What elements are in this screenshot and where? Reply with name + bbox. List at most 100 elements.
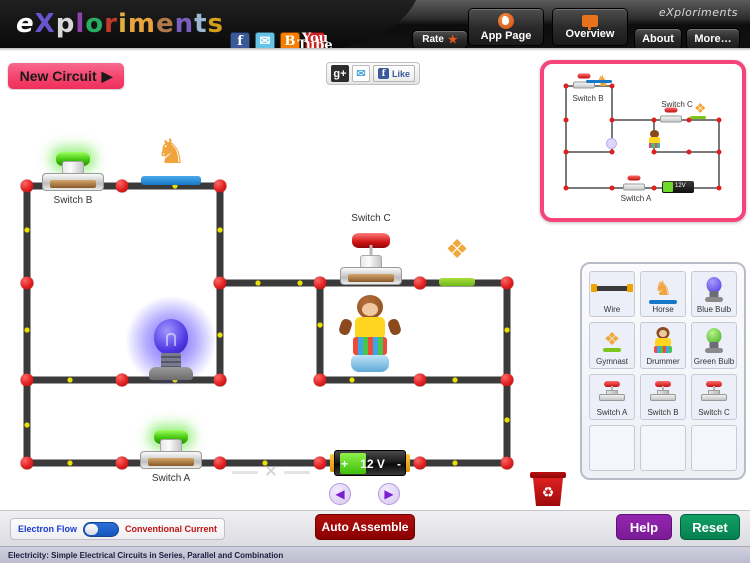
component-switch-b[interactable]: Switch B [42,152,104,206]
component-switch-c[interactable]: Switch C [340,213,402,285]
palette-label: Green Bulb [693,356,735,366]
palette-item-blue-bulb[interactable]: Blue Bulb [691,271,737,318]
circuit-node[interactable] [313,373,327,387]
logo-letter-x: X [34,9,56,39]
facebook-like-button[interactable]: f Like [373,65,416,82]
palette-label: Wire [603,305,621,315]
minimap-horse-base [586,80,612,83]
about-button[interactable]: About [634,28,682,48]
drummer-torso [355,317,385,339]
header-brand-text: eXploriments [658,6,738,19]
voltage-decrease-button[interactable]: ◀ [329,483,351,505]
minimap-blue-bulb-icon [606,138,617,149]
circuit-node[interactable] [413,276,427,290]
new-circuit-button[interactable]: New Circuit ▶ [8,63,124,89]
battery-minus-label: - [396,457,401,471]
battery-graphic: + 12 V - [330,450,410,476]
circuit-node[interactable] [213,373,227,387]
new-circuit-label: New Circuit [19,68,97,84]
circuit-node[interactable] [20,373,34,387]
circuit-node[interactable] [500,456,514,470]
trash-lid [530,472,566,478]
logo-letter-o: o [85,9,105,39]
palette-label: Horse [652,305,674,315]
battery-text: + 12 V - [335,451,407,477]
drummer-face [362,303,378,316]
palette-label: Switch C [698,407,730,417]
palette-item-green-bulb[interactable]: Green Bulb [691,322,737,369]
circuit-node[interactable] [313,456,327,470]
google-plus-icon[interactable]: g+ [331,65,349,82]
circuit-node[interactable] [115,373,129,387]
minimap-node [563,117,569,123]
circuit-node[interactable] [20,179,34,193]
circuit-node[interactable] [20,276,34,290]
auto-assemble-button[interactable]: Auto Assemble [315,514,415,540]
palette-item-wire[interactable]: Wire [589,271,635,318]
bulb-holder [149,367,193,380]
circuit-node[interactable] [500,373,514,387]
horse-icon: ♞ [641,272,685,305]
more-button[interactable]: More… [686,28,740,48]
battery-plus-label: + [341,457,349,471]
flow-direction-toggle[interactable]: Electron Flow Conventional Current [10,518,226,540]
circuit-node[interactable] [20,456,34,470]
circuit-node[interactable] [413,373,427,387]
palette-item-switch-b[interactable]: Switch B [640,373,686,420]
palette-item-gymnast[interactable]: ❖ Gymnast [589,322,635,369]
minimap-drummer-icon [647,130,662,150]
circuit-node[interactable] [213,276,227,290]
component-battery[interactable]: + 12 V - [330,450,410,476]
minimap-node [563,149,569,155]
battery-voltage-label: 12 V [360,457,385,471]
app-root: eXploriments f ✉ B You Tube Rate ★ App P… [0,0,750,563]
palette-item-switch-c[interactable]: Switch C [691,373,737,420]
app-page-label: App Page [480,29,532,42]
palette-label: Blue Bulb [696,305,732,315]
twitter-share-icon[interactable]: ✉ [352,65,370,82]
component-horse[interactable]: ♞ [133,135,209,185]
app-page-button[interactable]: App Page [468,8,544,46]
palette-item-horse[interactable]: ♞ Horse [640,271,686,318]
circuit-node[interactable] [115,456,129,470]
rate-button[interactable]: Rate ★ [412,30,468,48]
circuit-node[interactable] [115,179,129,193]
minimap-switch-a-body [623,183,645,191]
palette-item-switch-a[interactable]: Switch A [589,373,635,420]
broken-wire-dash-left [232,470,258,474]
circuit-node[interactable] [413,456,427,470]
minimap-switch-b-cap [577,73,591,79]
reset-button[interactable]: Reset [680,514,740,540]
trash-bin[interactable]: ♻ [530,472,566,506]
minimap-frame[interactable]: Switch B Switch C Switch A ♞ ❖ [540,60,746,222]
chevron-right-icon: ▶ [101,67,113,84]
switch-a-label: Switch A [151,473,191,484]
minimap-node [716,185,722,191]
component-blue-bulb[interactable] [125,295,217,387]
flow-toggle-switch[interactable] [83,521,120,537]
circuit-canvas[interactable]: Switch B ♞ ✕ Switch C ❖ Switch A + 12 V … [0,90,570,510]
broken-wire-indicator[interactable]: ✕ [232,462,310,481]
palette-label: Switch A [596,407,628,417]
help-button[interactable]: Help [616,514,672,540]
bulb-filament [166,333,176,346]
palette-item-drummer[interactable]: Drummer [640,322,686,369]
palette-label: Gymnast [595,356,628,366]
component-switch-a[interactable]: Switch A [140,430,202,484]
circuit-node[interactable] [213,179,227,193]
component-drummer[interactable] [337,295,403,381]
component-gymnast[interactable]: ❖ [436,236,478,286]
minimap-battery-icon: 12V [662,181,694,193]
voltage-increase-button[interactable]: ▶ [378,483,400,505]
circuit-node[interactable] [313,276,327,290]
facebook-icon[interactable]: f [230,32,250,48]
overview-button[interactable]: Overview [552,8,628,46]
conventional-current-label: Conventional Current [125,524,218,534]
minimap-switch-c-body [660,115,682,123]
close-x-icon: ✕ [263,462,279,481]
palette-empty-slot [640,424,686,471]
youtube-icon[interactable]: You Tube [297,32,333,48]
circuit-node[interactable] [500,276,514,290]
twitter-icon[interactable]: ✉ [255,32,275,48]
circuit-node[interactable] [213,456,227,470]
